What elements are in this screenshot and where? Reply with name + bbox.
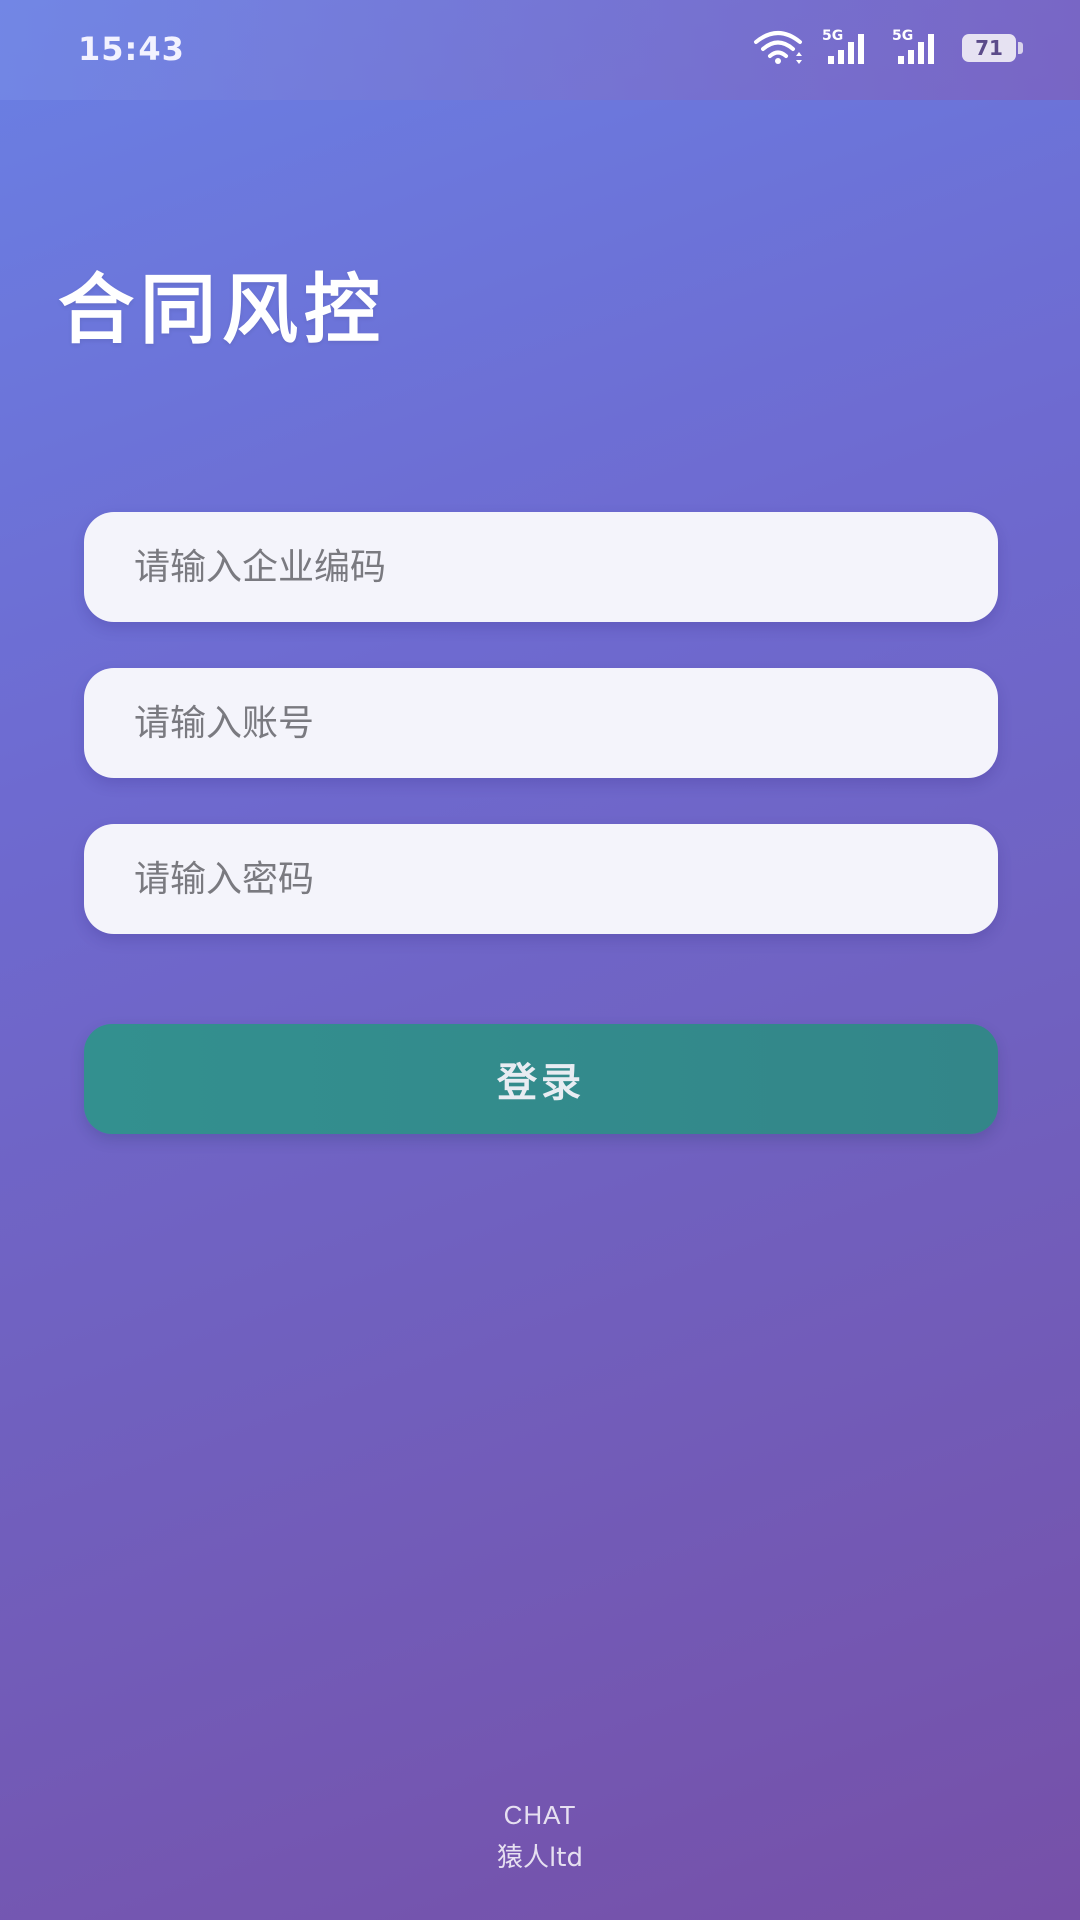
battery-level: 71 — [962, 34, 1016, 62]
cellular-signal-icon: 5G — [892, 28, 944, 68]
cellular-signal-icon: 5G — [822, 28, 874, 68]
login-button[interactable]: 登录 — [84, 1024, 998, 1134]
battery-cap — [1018, 42, 1023, 54]
password-input[interactable] — [132, 857, 998, 901]
app-title: 合同风控 — [58, 265, 386, 354]
status-icons: 5G 5G 71 — [752, 28, 1024, 68]
footer-company: 猿人ltd — [497, 1843, 583, 1873]
footer: CHAT 猿人ltd — [0, 1800, 1080, 1874]
account-field[interactable] — [84, 668, 998, 778]
company-code-field[interactable] — [84, 512, 998, 622]
company-code-input[interactable] — [132, 545, 998, 589]
footer-brand: CHAT — [503, 1800, 577, 1830]
battery-icon: 71 — [962, 33, 1024, 63]
status-bar: 15:43 5G 5G 71 — [0, 0, 1080, 100]
wifi-icon — [752, 30, 804, 66]
password-field[interactable] — [84, 824, 998, 934]
account-input[interactable] — [132, 701, 998, 745]
status-time: 15:43 — [78, 30, 185, 68]
